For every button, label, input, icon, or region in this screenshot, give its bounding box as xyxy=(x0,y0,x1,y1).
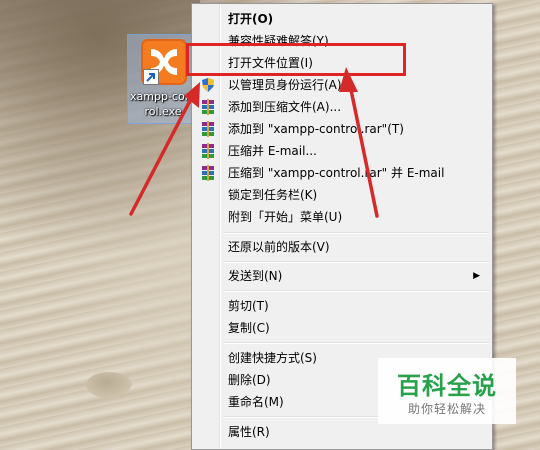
watermark-subtitle: 助你轻松解决 xyxy=(407,402,486,416)
watermark-title: 百科全说 xyxy=(397,372,497,400)
arrow-line-right xyxy=(347,78,379,218)
arrow-head-right xyxy=(339,67,358,92)
arrow-line-left xyxy=(129,93,195,216)
watermark-logo: 百科全说 助你轻松解决 xyxy=(378,358,516,424)
